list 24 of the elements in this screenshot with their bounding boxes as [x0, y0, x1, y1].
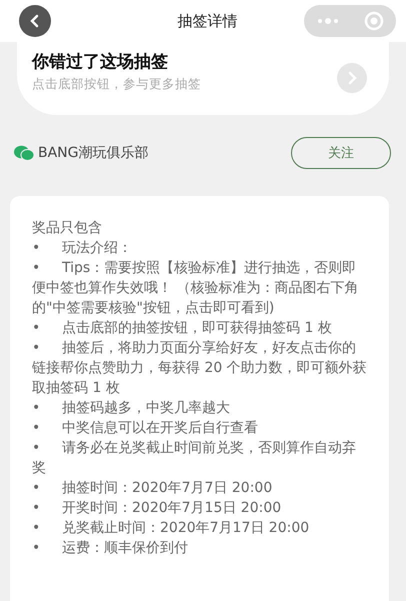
rule-item: • 抽签后，将助力页面分享给好友，好友点击你的链接帮你点赞助力，每获得 20 个助力数，即可额外获取抽签码 1 枚: [32, 339, 367, 398]
rule-item: • 运费：顺丰保价到付: [32, 539, 189, 558]
rule-item: • 请务必在兑奖截止时间前兑奖，否则算作自动弃奖: [32, 439, 357, 478]
page-title: 抽签详情: [178, 12, 238, 30]
close-target-icon[interactable]: [364, 11, 384, 31]
rule-item: • 玩法介绍：: [32, 239, 133, 258]
chevron-left-icon: [29, 14, 41, 28]
club-name: BANG潮玩俱乐部: [38, 144, 150, 162]
follow-button[interactable]: 关注: [291, 137, 391, 169]
more-icon[interactable]: [316, 16, 340, 26]
status-title: 你错过了这场抽签: [32, 51, 169, 73]
rule-item: • Tips：需要按照【核验标准】进行抽选，否则即便中签也算作失效哦！ （核验标准为：商品图右下角的"中签需要核验"按钮，点击即可看到): [32, 259, 360, 318]
rule-item: • 抽签码越多，中奖几率越大: [32, 399, 231, 418]
back-button[interactable]: [19, 5, 51, 37]
status-card[interactable]: 你错过了这场抽签 点击底部按钮，参与更多抽签: [17, 40, 389, 115]
chevron-right-icon[interactable]: [337, 62, 367, 92]
rule-item: • 点击底部的抽签按钮，即可获得抽签码 1 枚: [32, 319, 333, 338]
rules-heading: 奖品只包含: [32, 219, 103, 238]
chat-bubbles-icon: [14, 145, 34, 161]
rule-item: • 开奖时间：2020年7月15日 20:00: [32, 499, 282, 518]
status-subtitle: 点击底部按钮，参与更多抽签: [32, 76, 201, 93]
rule-item: • 兑奖截止时间：2020年7月17日 20:00: [32, 519, 310, 538]
rule-item: • 中奖信息可以在开奖后自行查看: [32, 419, 259, 438]
rule-item: • 抽签时间：2020年7月7日 20:00: [32, 479, 274, 498]
